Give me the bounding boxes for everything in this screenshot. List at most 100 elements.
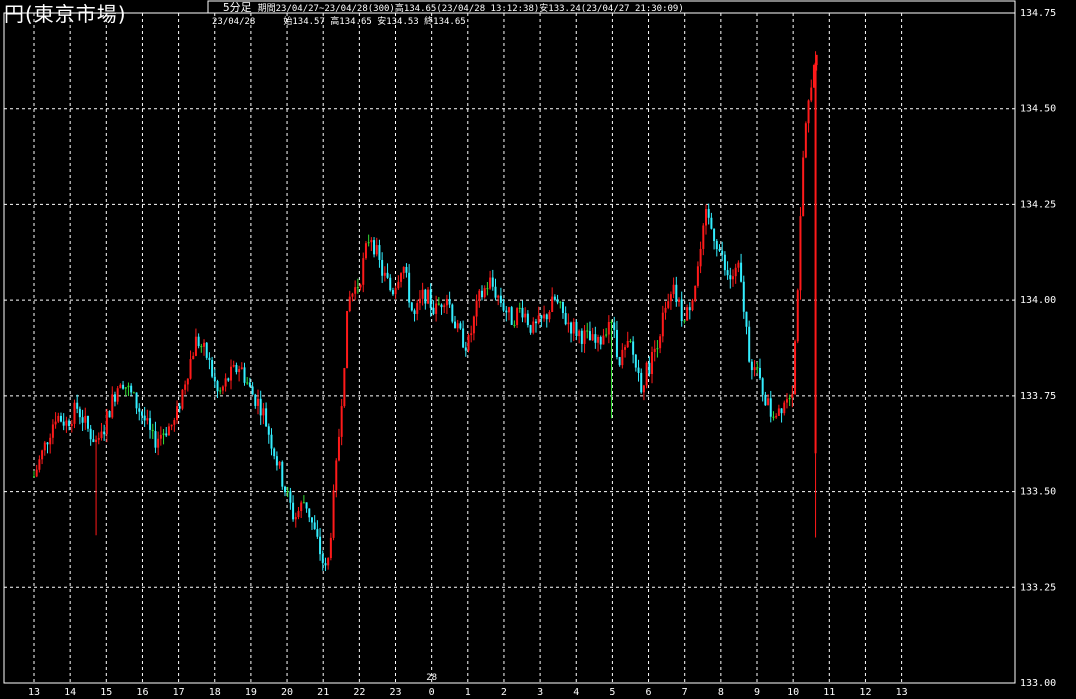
x-tick-label: 16 [136, 687, 148, 698]
candle-body [78, 408, 81, 418]
x-tick-label: 4 [573, 687, 579, 698]
candle-body [189, 359, 192, 379]
candle-body [748, 326, 751, 362]
candle-body [729, 275, 732, 280]
candle-body [640, 372, 643, 393]
candle-body [518, 307, 521, 309]
candle-body [575, 321, 578, 337]
candle-body [116, 388, 119, 402]
x-tick-label: 14 [64, 687, 76, 698]
candle-body [615, 329, 618, 358]
candle-body [122, 384, 125, 389]
candle-body [408, 272, 411, 303]
candle-body [418, 298, 421, 304]
candle-body [796, 290, 799, 342]
candle-body [502, 302, 505, 311]
candle-body [316, 529, 319, 537]
candle-body [686, 307, 689, 321]
candle-body [127, 385, 130, 388]
x-tick-label: 8 [718, 687, 724, 698]
candle-body [221, 386, 224, 391]
y-tick-label: 134.00 [1020, 295, 1056, 306]
candle-body [194, 336, 197, 356]
candle-body [497, 295, 500, 298]
candle-body [737, 262, 740, 268]
candle-body [329, 537, 332, 559]
candle-body [49, 437, 52, 445]
candle-body [621, 349, 624, 366]
candle-body [578, 330, 581, 337]
candle-body [138, 408, 141, 412]
candle-body [669, 294, 672, 302]
candle-body [41, 450, 44, 460]
candle-body [777, 408, 780, 416]
candle-body [775, 415, 778, 418]
candle-body [672, 284, 675, 295]
candle-body [289, 491, 292, 503]
candle-body [486, 288, 489, 290]
x-tick-label: 15 [100, 687, 112, 698]
candle-body [591, 334, 594, 341]
candle-body [651, 351, 654, 375]
candle-body [238, 369, 241, 373]
candle-body [454, 321, 457, 329]
candle-body [464, 347, 467, 351]
candle-body [416, 303, 419, 314]
candle-body [400, 273, 403, 282]
candle-body [529, 325, 532, 333]
candle-body [308, 508, 311, 518]
candle-body [721, 250, 724, 255]
candle-body [804, 123, 807, 158]
x-tick-label: 23 [389, 687, 401, 698]
candle-body [208, 357, 211, 360]
candle-body [181, 389, 184, 409]
candle-body [270, 434, 273, 449]
candle-body [783, 402, 786, 414]
x-tick-label: 10 [787, 687, 799, 698]
candle-body [259, 398, 262, 416]
candle-body [478, 290, 481, 301]
candle-body [472, 316, 475, 334]
candle-body [537, 315, 540, 324]
candle-body [151, 429, 154, 432]
candle-body [696, 266, 699, 286]
candle-body [43, 442, 46, 451]
x-tick-label: 22 [353, 687, 365, 698]
candle-body [378, 245, 381, 260]
candle-body [130, 385, 133, 393]
candle-body [814, 62, 817, 454]
candle-body [248, 382, 251, 387]
candle-body [702, 225, 705, 249]
candle-body [659, 336, 662, 349]
x-tick-label: 21 [317, 687, 329, 698]
candle-body [256, 398, 259, 406]
candle-body [548, 311, 551, 320]
candle-body [68, 420, 71, 427]
candle-body [483, 288, 486, 298]
candle-body [84, 415, 87, 423]
candle-body [132, 392, 135, 394]
candle-body [103, 431, 106, 435]
candle-body [599, 336, 602, 345]
candle-body [597, 336, 600, 343]
candle-body [715, 241, 718, 250]
candle-body [405, 266, 408, 273]
candle-body [810, 87, 813, 101]
candle-body [354, 287, 357, 294]
candle-body [613, 322, 616, 330]
candle-body [688, 307, 691, 311]
candle-body [113, 394, 116, 402]
candle-body [356, 287, 359, 289]
candle-body [791, 394, 794, 398]
y-tick-label: 134.50 [1020, 104, 1056, 115]
candle-body [51, 424, 54, 438]
candle-body [232, 364, 235, 367]
x-tick-label: 12 [859, 687, 871, 698]
candle-body [402, 266, 405, 274]
candle-body [97, 438, 100, 440]
candle-body [626, 340, 629, 348]
candle-body [251, 386, 254, 395]
candle-body [275, 456, 278, 466]
candle-body [780, 408, 783, 414]
candle-body [756, 367, 759, 369]
